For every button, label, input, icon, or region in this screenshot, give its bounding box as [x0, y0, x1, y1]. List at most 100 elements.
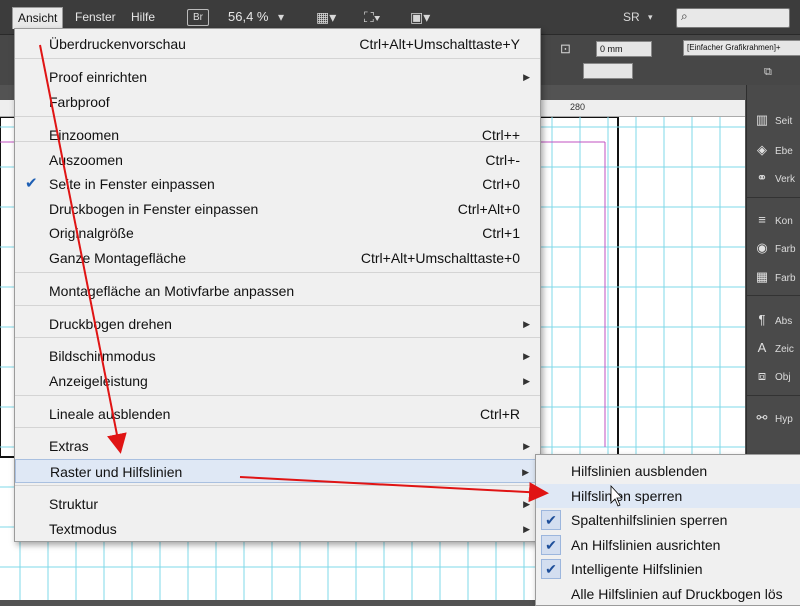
panel-swatches[interactable]: ▦ Farb	[753, 266, 796, 288]
menu-ansicht[interactable]: Ansicht	[12, 7, 64, 29]
menu-item-shortcut: Ctrl+Alt+Umschalttaste+0	[360, 250, 520, 266]
panel-stroke[interactable]: ≡ Kon	[753, 209, 793, 231]
panel-hyperlinks[interactable]: ⚯ Hyp	[753, 407, 793, 429]
frame-fitting-icon[interactable]: ⊡	[560, 40, 571, 58]
stroke-type-field[interactable]	[583, 63, 633, 79]
menu-item-label: Farbproof	[49, 94, 110, 110]
hyperlink-icon: ⚯	[756, 410, 768, 425]
workspace-switcher[interactable]: SR	[623, 8, 640, 26]
raster-hilfslinien-submenu: Hilfslinien ausblenden Hilfslinien sperre…	[535, 454, 800, 606]
menu-item[interactable]: Bildschirmmodus ▶	[15, 344, 540, 368]
menu-item[interactable]: Raster und Hilfslinien ▶	[15, 459, 540, 483]
submenu-item-label: Spaltenhilfslinien sperren	[571, 512, 728, 529]
menu-item[interactable]: Auszoomen Ctrl+-	[15, 148, 540, 172]
checkmark-icon: ✔	[541, 534, 561, 555]
clear-overrides-icon[interactable]: ⧉	[764, 63, 772, 81]
menu-item[interactable]: Lineale ausblenden Ctrl+R	[15, 402, 540, 426]
panel-divider	[747, 197, 800, 198]
search-icon: ⌕	[681, 9, 688, 23]
menu-item-label: Druckbogen drehen	[49, 316, 172, 332]
menu-separator	[15, 116, 540, 117]
menu-item-label: Bildschirmmodus	[49, 348, 156, 364]
menu-item[interactable]: Struktur ▶	[15, 492, 540, 516]
submenu-item[interactable]: Alle Hilfslinien auf Druckbogen lös	[536, 582, 800, 606]
submenu-arrow-icon: ▶	[523, 524, 530, 534]
panel-object-styles[interactable]: ⧈ Obj	[753, 365, 791, 387]
screen-mode-icon[interactable]: ⛶▾	[364, 8, 381, 26]
menu-item-label: Textmodus	[49, 521, 117, 537]
menu-item[interactable]: Ganze Montagefläche Ctrl+Alt+Umschalttast…	[15, 246, 540, 270]
menu-item[interactable]: Druckbogen in Fenster einpassen Ctrl+Alt+…	[15, 197, 540, 221]
character-styles-icon: A	[757, 340, 767, 355]
submenu-arrow-icon: ▶	[523, 499, 530, 509]
panel-color[interactable]: ◉ Farb	[753, 237, 795, 259]
menu-item-shortcut: Ctrl+-	[485, 152, 520, 168]
panel-pages[interactable]: ▥ Seit	[753, 109, 792, 131]
menu-item[interactable]: Einzoomen Ctrl++	[15, 123, 540, 147]
menu-separator	[15, 272, 540, 273]
menu-separator	[15, 395, 540, 396]
checkmark-icon: ✔	[541, 510, 561, 531]
submenu-item[interactable]: ✔ Spaltenhilfslinien sperren	[536, 508, 800, 532]
object-style-field[interactable]: [Einfacher Grafikrahmen]+	[683, 40, 800, 56]
menu-item[interactable]: Farbproof	[15, 90, 540, 114]
panel-character-styles[interactable]: A Zeic	[753, 337, 794, 359]
menu-item-label: Extras	[49, 438, 89, 454]
view-options-icon[interactable]: ▦▾	[316, 8, 336, 26]
pages-icon: ▥	[755, 112, 769, 127]
panel-divider	[747, 295, 800, 296]
menu-item-shortcut: Ctrl+1	[482, 225, 520, 241]
menu-item[interactable]: ✔ Seite in Fenster einpassen Ctrl+0	[15, 172, 540, 196]
menu-item-label: Druckbogen in Fenster einpassen	[49, 201, 259, 217]
menu-item-label: Überdruckenvorschau	[49, 36, 186, 52]
submenu-arrow-icon: ▶	[523, 319, 530, 329]
menu-item-label: Lineale ausblenden	[49, 406, 171, 422]
arrange-documents-icon[interactable]: ▣▾	[410, 8, 430, 26]
menu-item-label: Raster und Hilfslinien	[50, 464, 183, 480]
checkmark-icon: ✔	[541, 559, 561, 580]
link-icon: ⚭	[756, 170, 768, 185]
menu-item-shortcut: Ctrl+Alt+Umschalttaste+Y	[359, 36, 520, 52]
submenu-item[interactable]: Hilfslinien ausblenden	[536, 459, 800, 483]
menu-item-label: Proof einrichten	[49, 69, 148, 85]
submenu-item-label: An Hilfslinien ausrichten	[571, 536, 721, 553]
stroke-icon: ≡	[758, 212, 766, 227]
submenu-item[interactable]: ✔ An Hilfslinien ausrichten	[536, 533, 800, 557]
zoom-dropdown-icon[interactable]: ▾	[278, 8, 284, 26]
submenu-item[interactable]: ✔ Intelligente Hilfslinien	[536, 557, 800, 581]
submenu-item[interactable]: Hilfslinien sperren	[536, 483, 800, 508]
search-input[interactable]: ⌕	[676, 8, 790, 28]
menu-separator	[15, 485, 540, 486]
zoom-level[interactable]: 56,4 %	[228, 9, 268, 24]
menu-item[interactable]: Textmodus ▶	[15, 517, 540, 541]
bridge-button[interactable]: Br	[187, 9, 209, 26]
menu-item[interactable]: Druckbogen drehen ▶	[15, 312, 540, 336]
menu-item[interactable]: Proof einrichten ▶	[15, 65, 540, 89]
panel-links[interactable]: ⚭ Verk	[753, 167, 795, 189]
submenu-arrow-icon: ▶	[523, 351, 530, 361]
menu-item-label: Einzoomen	[49, 127, 120, 143]
menu-item[interactable]: Montagefläche an Motivfarbe anpassen	[15, 279, 540, 303]
panel-divider	[747, 395, 800, 396]
menu-item-label: Ganze Montagefläche	[49, 250, 186, 266]
menu-item[interactable]: Überdruckenvorschau Ctrl+Alt+Umschalttast…	[15, 32, 540, 56]
stroke-weight-field[interactable]: 0 mm	[596, 41, 652, 57]
menu-item-label: Struktur	[49, 496, 99, 512]
menu-item-label: Auszoomen	[49, 152, 123, 168]
menu-hilfe[interactable]: Hilfe	[126, 7, 160, 27]
object-styles-icon: ⧈	[757, 368, 767, 383]
menu-item-shortcut: Ctrl+Alt+0	[457, 201, 520, 217]
panel-paragraph-styles[interactable]: ¶ Abs	[753, 309, 793, 331]
submenu-arrow-icon: ▶	[523, 376, 530, 386]
menu-item-label: Anzeigeleistung	[49, 373, 148, 389]
menu-item[interactable]: Anzeigeleistung ▶	[15, 369, 540, 393]
menu-item[interactable]: Extras ▶	[15, 434, 540, 458]
menu-separator	[15, 337, 540, 338]
panel-layers[interactable]: ◈ Ebe	[753, 139, 793, 161]
paragraph-styles-icon: ¶	[758, 312, 766, 327]
menu-fenster[interactable]: Fenster	[70, 7, 121, 27]
workspace-dropdown-icon[interactable]: ▾	[648, 8, 653, 26]
menu-item[interactable]: Originalgröße Ctrl+1	[15, 221, 540, 245]
submenu-arrow-icon: ▶	[522, 467, 529, 477]
submenu-item-label: Hilfslinien sperren	[571, 487, 683, 504]
